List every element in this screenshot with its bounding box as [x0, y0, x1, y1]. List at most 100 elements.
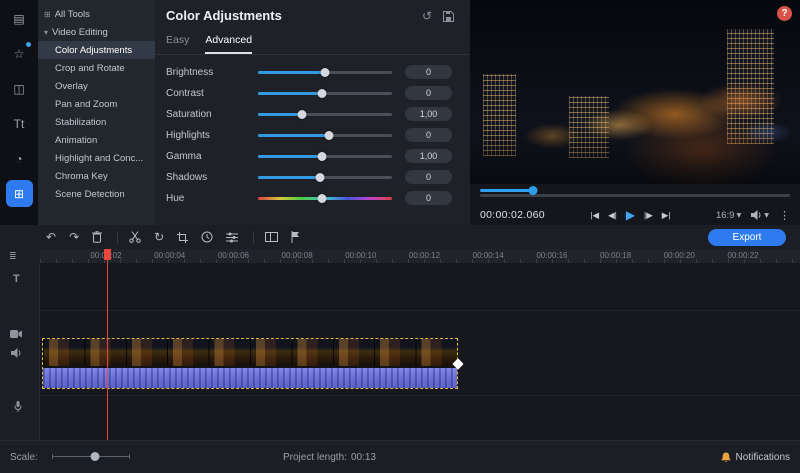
gamma-label: Gamma	[166, 151, 202, 162]
notifications-button[interactable]: Notifications	[720, 441, 790, 473]
transition-wizard-button[interactable]	[265, 232, 279, 242]
sidebar-item-more-tools[interactable]: ⊞	[5, 180, 33, 207]
slider-thumb[interactable]	[317, 89, 327, 98]
undo-button[interactable]: ↶	[46, 231, 56, 243]
more-options-icon[interactable]: ⋮	[779, 209, 790, 222]
chevron-down-icon: ▾	[736, 209, 742, 221]
tab-easy[interactable]: Easy	[166, 34, 189, 54]
export-button[interactable]: Export	[708, 229, 786, 246]
playhead-handle[interactable]	[104, 249, 111, 260]
redo-button[interactable]: ↷	[69, 231, 79, 243]
contrast-value[interactable]: 0	[405, 86, 452, 100]
playhead[interactable]	[107, 249, 108, 440]
selected-video-clip[interactable]	[42, 338, 464, 389]
add-marker-button[interactable]	[291, 231, 300, 243]
menu-item-stabilization[interactable]: Stabilization	[38, 113, 155, 131]
brightness-slider[interactable]	[258, 68, 392, 77]
shadows-slider[interactable]	[258, 173, 392, 182]
sidebar-item-import[interactable]: ▤	[6, 5, 33, 32]
aspect-ratio-select[interactable]: 16:9 ▾	[716, 210, 741, 221]
saturation-slider[interactable]	[258, 110, 392, 119]
sidebar-item-stickers[interactable]: ◔	[6, 145, 33, 172]
video-track-icon[interactable]	[10, 329, 22, 339]
slider-row-contrast: Contrast 0	[155, 83, 470, 104]
menu-item-pan-and-zoom[interactable]: Pan and Zoom	[38, 95, 155, 113]
gamma-slider[interactable]	[258, 152, 392, 161]
crop-button[interactable]	[177, 231, 189, 243]
manage-tracks-icon: ≣	[9, 250, 17, 261]
slider-thumb[interactable]	[324, 131, 334, 140]
reset-icon[interactable]: ↺	[422, 9, 432, 23]
slider-thumb[interactable]	[315, 173, 325, 182]
step-forward-button[interactable]: |▶	[644, 210, 653, 221]
scale-thumb[interactable]	[90, 452, 100, 461]
brightness-value[interactable]: 0	[405, 65, 452, 79]
clip-speed-button[interactable]	[201, 231, 213, 243]
hue-slider[interactable]	[258, 194, 392, 203]
ruler-label: 00:00:20	[663, 251, 695, 260]
sidebar-item-filters[interactable]: ☆	[6, 40, 33, 67]
project-length: Project length: 00:13	[283, 451, 376, 463]
shadows-value[interactable]: 0	[405, 170, 452, 184]
gamma-value[interactable]: 1,00	[405, 149, 452, 163]
menu-item-all-tools[interactable]: ⊞ All Tools	[38, 5, 155, 23]
volume-button[interactable]: ▾	[751, 210, 769, 221]
contrast-label: Contrast	[166, 88, 204, 99]
clip-properties-button[interactable]	[226, 232, 239, 243]
slider-thumb[interactable]	[317, 152, 327, 161]
delete-button[interactable]	[92, 231, 103, 243]
step-back-button[interactable]: ◀|	[608, 210, 617, 221]
ruler-label: 00:00:08	[281, 251, 313, 260]
play-button[interactable]: ▶	[626, 208, 635, 222]
highlights-label: Highlights	[166, 130, 210, 141]
ruler-label: 00:00:04	[154, 251, 186, 260]
ruler-area[interactable]: 00:00:02 00:00:04 00:00:06 00:00:08 00:0…	[40, 249, 800, 263]
slider-thumb[interactable]	[320, 68, 330, 77]
help-button[interactable]: ?	[777, 6, 792, 21]
menu-item-scene-detection[interactable]: Scene Detection	[38, 185, 155, 203]
sidebar-item-titles[interactable]: Tt	[6, 110, 33, 137]
hue-value[interactable]: 0	[405, 191, 452, 205]
save-preset-icon[interactable]	[443, 10, 454, 22]
ruler-label: 00:00:16	[536, 251, 568, 260]
timeline-ruler[interactable]: 00:00:02 00:00:04 00:00:06 00:00:08 00:0…	[0, 249, 800, 263]
menu-item-chroma-key[interactable]: Chroma Key	[38, 167, 155, 185]
menu-item-color-adjustments[interactable]: Color Adjustments	[38, 41, 155, 59]
brightness-label: Brightness	[166, 67, 214, 78]
seek-thumb[interactable]	[528, 186, 538, 195]
tab-advanced[interactable]: Advanced	[205, 34, 253, 54]
highlights-slider[interactable]	[258, 131, 392, 140]
manage-tracks-button[interactable]: ≣	[0, 249, 40, 263]
seek-track[interactable]	[480, 194, 790, 197]
previous-clip-button[interactable]: |◀	[590, 210, 599, 221]
slider-row-brightness: Brightness 0	[155, 62, 470, 83]
sidebar-item-transitions[interactable]: ◫	[6, 75, 33, 102]
ruler-label: 00:00:12	[408, 251, 441, 260]
highlights-value[interactable]: 0	[405, 128, 452, 142]
saturation-value[interactable]: 1,00	[405, 107, 452, 121]
slider-fill	[258, 71, 325, 74]
menu-item-video-editing[interactable]: ▾ Video Editing	[38, 23, 155, 41]
clip-filmstrip[interactable]	[43, 339, 457, 366]
timeline-tracks[interactable]: T	[0, 263, 800, 440]
next-clip-button[interactable]: ▶|	[662, 210, 671, 221]
linked-audio-track-icon[interactable]	[11, 348, 22, 358]
menu-item-animation[interactable]: Animation	[38, 131, 155, 149]
title-track-icon[interactable]: T	[13, 273, 20, 285]
contrast-slider[interactable]	[258, 89, 392, 98]
split-button[interactable]	[129, 231, 141, 243]
audio-track-icon[interactable]	[14, 401, 22, 413]
slider-thumb[interactable]	[297, 110, 307, 119]
menu-item-crop-and-rotate[interactable]: Crop and Rotate	[38, 59, 155, 77]
rotate-button[interactable]: ↻	[154, 231, 164, 243]
slider-thumb[interactable]	[317, 194, 327, 203]
slider-fill	[258, 134, 330, 137]
menu-item-overlay[interactable]: Overlay	[38, 77, 155, 95]
top-area: ▤ ☆ ◫ Tt ◔ ⊞ ⊞ All Tools ▾ Video Editing C…	[0, 0, 800, 225]
transitions-icon: ◫	[13, 81, 25, 96]
clip-audio-waveform[interactable]	[43, 368, 457, 388]
menu-item-highlight-and-conceal[interactable]: Highlight and Conc...	[38, 149, 155, 167]
seek-bar[interactable]	[480, 186, 790, 201]
zoom-scale-slider[interactable]	[52, 452, 130, 461]
lane-separator	[40, 395, 800, 396]
